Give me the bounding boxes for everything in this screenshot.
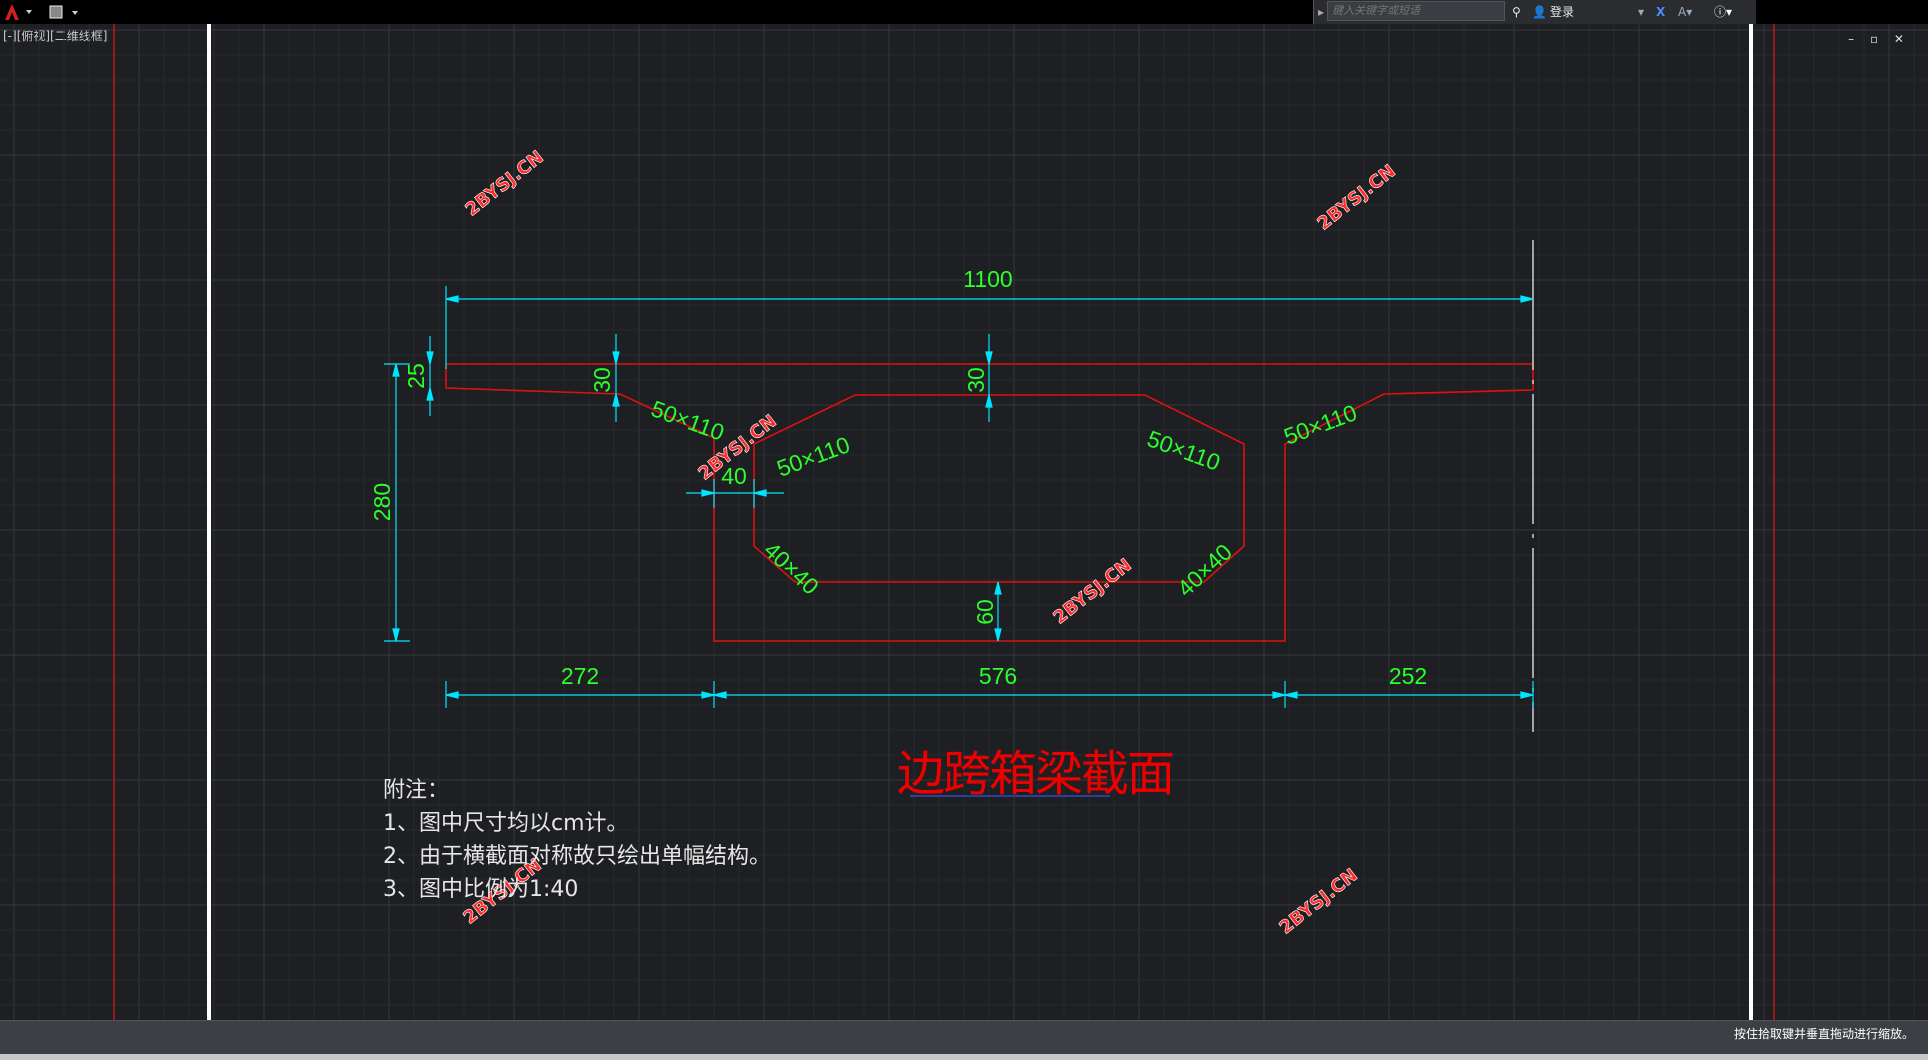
- note-2: 2、由于横截面对称故只绘出单幅结构。: [383, 844, 771, 869]
- drawing-title: 边跨箱梁截面: [897, 746, 1175, 802]
- dim-bottom-slab: 60: [972, 599, 998, 625]
- note-1: 1、图中尺寸均以cm计。: [383, 811, 629, 836]
- login-dropdown-icon[interactable]: ▾: [1638, 3, 1644, 21]
- dim-top-slab-left: 30: [589, 367, 615, 393]
- autocad-logo-icon: [5, 4, 32, 20]
- dim-overall-width: 1100: [963, 266, 1012, 292]
- login-button[interactable]: 登录: [1550, 3, 1574, 21]
- title-bar: ▸ ⚲ 👤 登录 ▾ X A▾ ⓘ▾: [0, 0, 1928, 24]
- note-heading: 附注：: [383, 778, 450, 803]
- info-center: ▸ ⚲ 👤 登录 ▾ X A▾ ⓘ▾: [1313, 0, 1756, 24]
- status-text: 按住拾取键并垂直拖动进行缩放。: [1733, 1027, 1914, 1041]
- watermark-2: 2BYSJ.CN: [1313, 161, 1399, 235]
- drawing-canvas[interactable]: 1100 272 576 252 280 25 30 30 60 40 50×1…: [0, 24, 1928, 1020]
- dim-left-cantilever: 272: [561, 663, 599, 689]
- watermark-4: 2BYSJ.CN: [1049, 555, 1135, 629]
- dim-haunch-outer-left: 50×110: [648, 395, 728, 445]
- dim-top-slab-center: 30: [963, 367, 989, 393]
- dimension-lines: [384, 286, 1534, 708]
- dimension-labels: 1100 272 576 252 280 25 30 30 60 40 50×1…: [369, 266, 1427, 689]
- watermark-6: 2BYSJ.CN: [1275, 865, 1361, 939]
- grid: [0, 24, 1928, 1020]
- bottom-edge: [0, 1054, 1928, 1060]
- dim-haunch-outer-right: 50×110: [1280, 399, 1360, 449]
- search-input[interactable]: [1327, 1, 1505, 21]
- app-menu-button[interactable]: [2, 2, 36, 22]
- dim-fillet-right: 40×40: [1172, 539, 1237, 602]
- save-as-icon: [49, 5, 78, 19]
- user-icon: 👤: [1532, 5, 1547, 19]
- watermark-1: 2BYSJ.CN: [461, 147, 547, 221]
- status-bar: [0, 1020, 1928, 1055]
- note-3: 3、图中比例为1:40: [383, 877, 579, 902]
- dim-right-part: 252: [1389, 663, 1427, 689]
- expand-arrow-icon[interactable]: ▸: [1318, 3, 1324, 21]
- dim-haunch-inner-right: 50×110: [1144, 425, 1224, 475]
- dim-cantilever-tip: 25: [403, 363, 429, 389]
- title-underline: [910, 795, 1110, 797]
- autodesk-icon[interactable]: A▾: [1678, 3, 1692, 21]
- dim-height: 280: [369, 483, 395, 521]
- dim-box-width: 576: [979, 663, 1017, 689]
- exchange-icon[interactable]: X: [1656, 3, 1665, 21]
- help-icon[interactable]: ⓘ▾: [1714, 3, 1732, 21]
- dim-haunch-inner-left: 50×110: [773, 431, 853, 481]
- binoculars-icon[interactable]: ⚲: [1512, 3, 1521, 21]
- quick-access-toolbar[interactable]: [46, 2, 86, 22]
